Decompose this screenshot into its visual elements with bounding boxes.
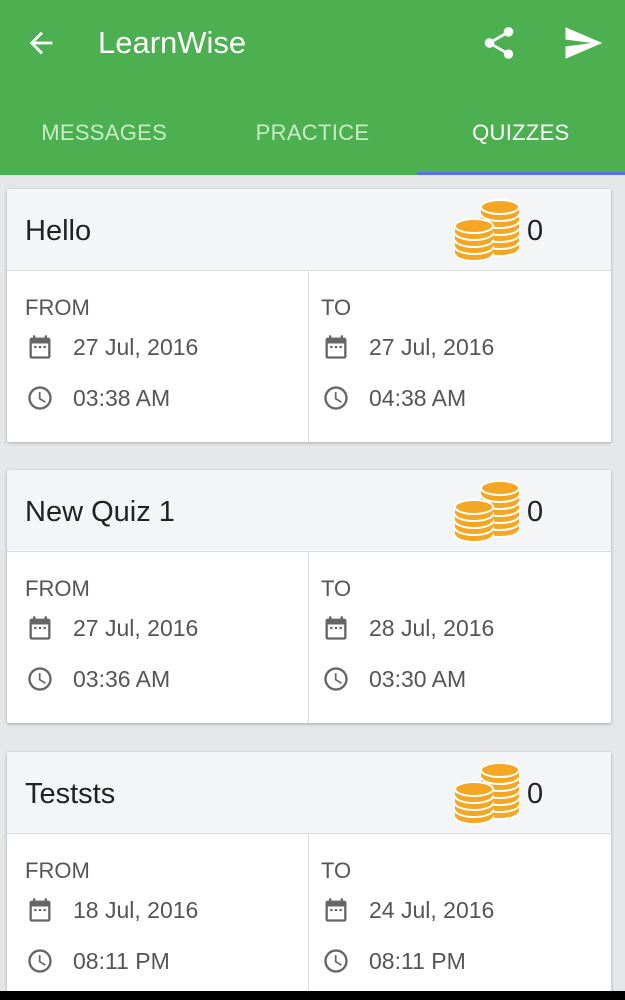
from-label: FROM — [25, 576, 90, 601]
to-time-row: 03:30 AM — [321, 663, 466, 695]
to-section: TO 27 Jul, 2016 04:38 AM — [309, 271, 611, 442]
to-section: TO 28 Jul, 2016 03:30 AM — [309, 552, 611, 723]
calendar-icon — [321, 613, 351, 643]
clock-icon — [321, 664, 351, 694]
from-date-row: 18 Jul, 2016 — [25, 894, 198, 926]
from-section: FROM 27 Jul, 2016 03:38 AM — [7, 271, 309, 442]
calendar-icon — [25, 332, 55, 362]
quiz-points: 0 — [527, 496, 544, 528]
quiz-card-header[interactable]: Teststs 0 — [7, 752, 611, 834]
to-label: TO — [321, 576, 352, 601]
calendar-icon — [321, 895, 351, 925]
from-date-row: 27 Jul, 2016 — [25, 331, 198, 363]
tab-quizzes[interactable]: QUIZZES — [416, 92, 625, 175]
to-section: TO 24 Jul, 2016 08:11 PM — [309, 834, 611, 1000]
to-date: 24 Jul, 2016 — [369, 896, 495, 923]
coins-icon — [454, 762, 520, 825]
coins-icon — [454, 199, 520, 262]
to-date-row: 24 Jul, 2016 — [321, 894, 494, 926]
from-time-row: 03:38 AM — [25, 382, 170, 414]
share-button[interactable] — [476, 20, 522, 66]
from-section: FROM 27 Jul, 2016 03:36 AM — [7, 552, 309, 723]
from-date: 27 Jul, 2016 — [73, 614, 199, 641]
clock-icon — [25, 664, 55, 694]
clock-icon — [321, 383, 351, 413]
from-section: FROM 18 Jul, 2016 08:11 PM — [7, 834, 309, 1000]
to-time: 04:38 AM — [369, 384, 467, 411]
from-time: 03:36 AM — [73, 665, 171, 692]
to-time: 08:11 PM — [369, 947, 466, 974]
toolbar: LearnWise — [0, 0, 625, 88]
clock-icon — [25, 383, 55, 413]
calendar-icon — [321, 332, 351, 362]
clock-icon — [25, 946, 55, 976]
from-date: 27 Jul, 2016 — [73, 333, 199, 360]
from-label: FROM — [25, 858, 90, 883]
from-label: FROM — [25, 295, 90, 320]
to-time-row: 08:11 PM — [321, 945, 466, 977]
send-button[interactable] — [558, 20, 608, 66]
quiz-points: 0 — [527, 215, 544, 247]
to-date: 28 Jul, 2016 — [369, 614, 495, 641]
from-date: 18 Jul, 2016 — [73, 896, 199, 923]
to-date-row: 27 Jul, 2016 — [321, 331, 494, 363]
tab-practice[interactable]: PRACTICE — [208, 92, 416, 175]
quiz-title: New Quiz 1 — [25, 496, 175, 528]
app-bar: LearnWise MESSAGES PRACTICE QUIZZES — [0, 0, 625, 175]
coins-icon — [454, 480, 520, 543]
system-nav-bar — [0, 991, 625, 1000]
app-title: LearnWise — [98, 25, 247, 60]
quiz-points: 0 — [527, 778, 544, 810]
to-time: 03:30 AM — [369, 665, 467, 692]
to-date-row: 28 Jul, 2016 — [321, 612, 494, 644]
from-time: 03:38 AM — [73, 384, 171, 411]
tab-bar: MESSAGES PRACTICE QUIZZES — [0, 92, 625, 175]
tab-messages[interactable]: MESSAGES — [0, 92, 208, 175]
quiz-card-header[interactable]: New Quiz 1 0 — [7, 470, 611, 552]
quiz-card[interactable]: Hello 0 FROM 27 Jul, 2016 03:38 AM TO 27… — [7, 189, 611, 442]
from-date-row: 27 Jul, 2016 — [25, 612, 198, 644]
send-icon — [565, 27, 603, 59]
to-label: TO — [321, 858, 352, 883]
quiz-card[interactable]: New Quiz 1 0 FROM 27 Jul, 2016 03:36 AM … — [7, 470, 611, 723]
to-date: 27 Jul, 2016 — [369, 333, 495, 360]
from-time-row: 08:11 PM — [25, 945, 170, 977]
from-time: 08:11 PM — [73, 947, 170, 974]
quiz-card[interactable]: Teststs 0 FROM 18 Jul, 2016 08:11 PM TO … — [7, 752, 611, 1000]
quiz-title: Hello — [25, 215, 92, 247]
calendar-icon — [25, 613, 55, 643]
back-button[interactable] — [18, 20, 64, 66]
to-time-row: 04:38 AM — [321, 382, 466, 414]
clock-icon — [321, 946, 351, 976]
share-icon — [484, 27, 514, 59]
to-label: TO — [321, 295, 352, 320]
calendar-icon — [25, 895, 55, 925]
quiz-title: Teststs — [25, 778, 116, 810]
from-time-row: 03:36 AM — [25, 663, 170, 695]
arrow-back-icon — [29, 31, 53, 55]
quiz-card-header[interactable]: Hello 0 — [7, 189, 611, 271]
